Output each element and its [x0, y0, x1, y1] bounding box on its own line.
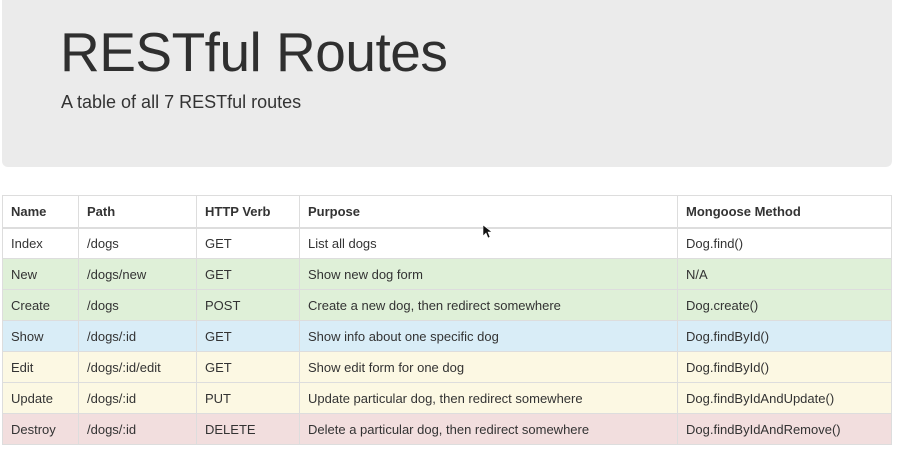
jumbotron: RESTful Routes A table of all 7 RESTful …	[2, 0, 892, 167]
cell-mongoose-method: Dog.findById()	[677, 351, 892, 383]
cell-path: /dogs/new	[78, 258, 197, 290]
cell-http-verb: GET	[196, 351, 300, 383]
cell-name: Destroy	[2, 413, 79, 445]
cell-name: Show	[2, 320, 79, 352]
column-header-mongoose-method: Mongoose Method	[677, 195, 892, 229]
cell-path: /dogs	[78, 227, 197, 259]
cell-name: Index	[2, 227, 79, 259]
cell-http-verb: GET	[196, 227, 300, 259]
cell-path: /dogs	[78, 289, 197, 321]
cell-purpose: Show new dog form	[299, 258, 678, 290]
cell-purpose: Delete a particular dog, then redirect s…	[299, 413, 678, 445]
table-row: Index/dogs GET List all dogs Dog.find()	[2, 227, 892, 259]
table-row: New/dogs/new GET Show new dog form N/A	[2, 258, 892, 290]
page-subtitle: A table of all 7 RESTful routes	[61, 92, 302, 112]
cell-http-verb: DELETE	[196, 413, 300, 445]
cell-purpose: Create a new dog, then redirect somewher…	[299, 289, 678, 321]
mouse-cursor-icon	[483, 225, 493, 239]
table-row: Update/dogs/:id PUT Update particular dog,…	[2, 382, 892, 414]
cell-mongoose-method: Dog.findById()	[677, 320, 892, 352]
cell-http-verb: POST	[196, 289, 300, 321]
cell-path: /dogs/:id/edit	[78, 351, 197, 383]
routes-table: Name Path HTTP Verb Purpose Mongoose Met…	[2, 195, 892, 445]
cell-http-verb: GET	[196, 320, 300, 352]
cell-purpose: Show edit form for one dog	[299, 351, 678, 383]
cell-name: Edit	[2, 351, 79, 383]
cell-http-verb: GET	[196, 258, 300, 290]
cell-name: New	[2, 258, 79, 290]
cell-purpose: Show info about one specific dog	[299, 320, 678, 352]
cell-mongoose-method: Dog.create()	[677, 289, 892, 321]
table-header-row: Name Path HTTP Verb Purpose Mongoose Met…	[2, 195, 892, 229]
cell-mongoose-method: Dog.find()	[677, 227, 892, 259]
column-header-path: Path	[78, 195, 197, 229]
cell-purpose: Update particular dog, then redirect som…	[299, 382, 678, 414]
table-row: Destroy/dogs/:id DELETE Delete a particula…	[2, 413, 892, 445]
table-row: Show/dogs/:id GET Show info about one spec…	[2, 320, 892, 352]
cell-path: /dogs/:id	[78, 413, 197, 445]
cell-name: Create	[2, 289, 79, 321]
cell-name: Update	[2, 382, 79, 414]
cell-path: /dogs/:id	[78, 382, 197, 414]
cell-mongoose-method: Dog.findByIdAndUpdate()	[677, 382, 892, 414]
cell-mongoose-method: N/A	[677, 258, 892, 290]
column-header-name: Name	[2, 195, 79, 229]
page-title: RESTful Routes	[60, 21, 448, 83]
table-row: Edit/dogs/:id/edit GET Show edit form for …	[2, 351, 892, 383]
table-row: Create/dogs POST Create a new dog, then re…	[2, 289, 892, 321]
cell-http-verb: PUT	[196, 382, 300, 414]
column-header-http-verb: HTTP Verb	[196, 195, 300, 229]
cell-path: /dogs/:id	[78, 320, 197, 352]
cell-mongoose-method: Dog.findByIdAndRemove()	[677, 413, 892, 445]
column-header-purpose: Purpose	[299, 195, 678, 229]
